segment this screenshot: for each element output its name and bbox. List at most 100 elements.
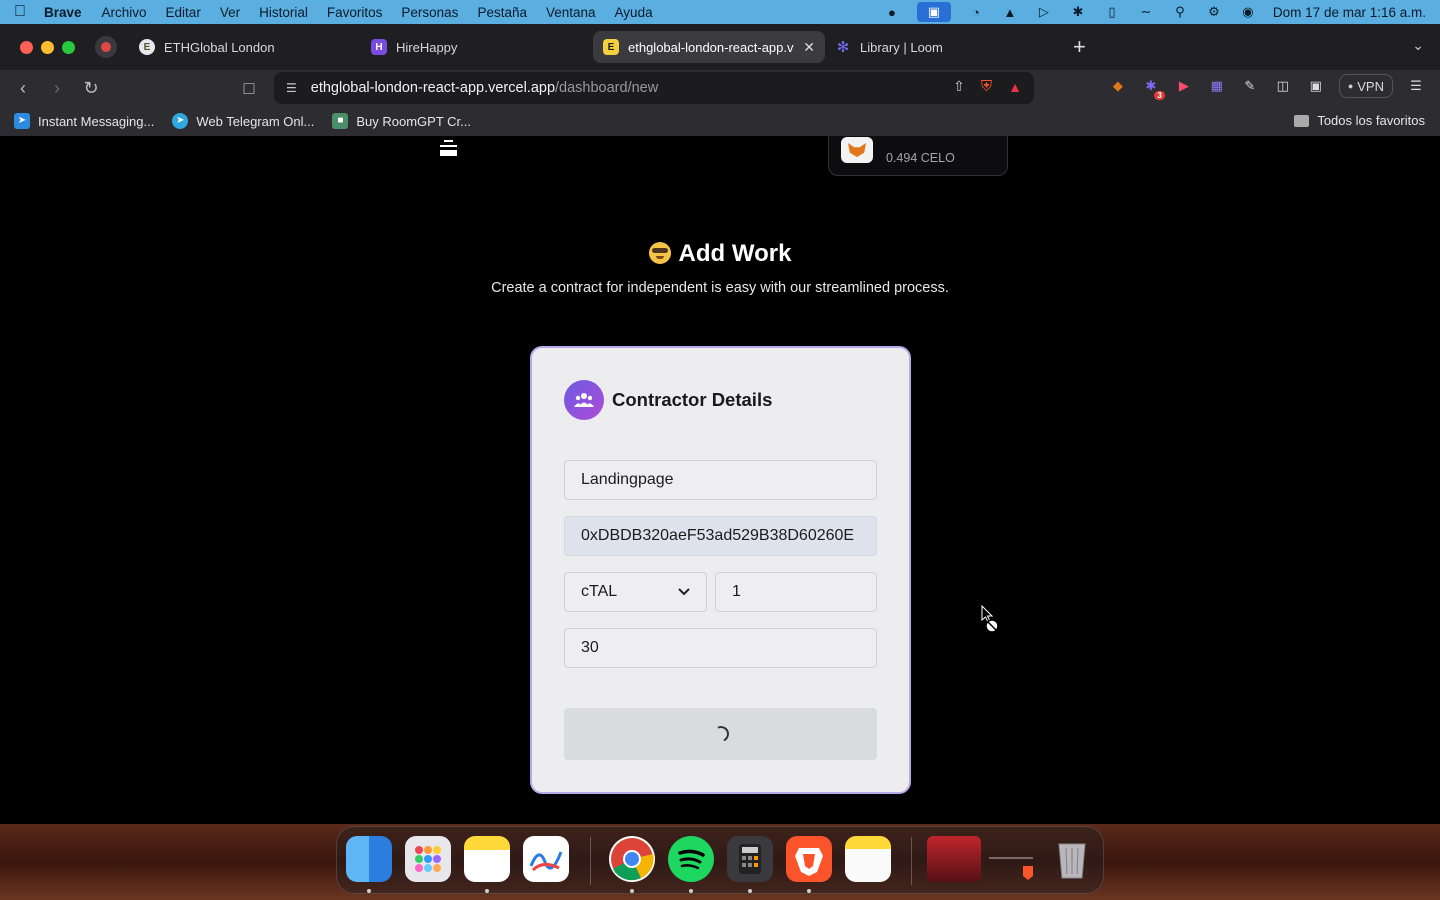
new-tab-button[interactable]: + xyxy=(1073,34,1086,60)
brave-rewards-icon[interactable]: ▲ xyxy=(1008,79,1022,95)
trash-icon[interactable] xyxy=(1049,836,1095,882)
hirehappy-favicon-icon: H xyxy=(371,39,387,55)
spotify-icon[interactable] xyxy=(668,836,714,882)
running-indicator xyxy=(807,889,811,893)
apple-icon[interactable]:  xyxy=(14,3,26,21)
menubar-item-editar[interactable]: Editar xyxy=(166,5,201,20)
contractor-details-card: Contractor Details Landingpage 0xDBDB320… xyxy=(530,346,911,794)
amount-input[interactable]: 1 xyxy=(715,572,877,612)
tab-library-loom[interactable]: ✻ Library | Loom xyxy=(825,31,1057,63)
wallet-account-card[interactable]: 0.494 CELO xyxy=(828,136,1008,176)
menubar-item-historial[interactable]: Historial xyxy=(259,5,308,20)
running-indicator xyxy=(367,889,371,893)
brave-shields-icon[interactable]: ⛨ xyxy=(981,78,992,95)
card-header: Contractor Details xyxy=(564,380,772,420)
menu-hamburger-icon[interactable]: ☰ xyxy=(1406,76,1426,96)
finder-icon[interactable] xyxy=(346,836,392,882)
site-settings-icon[interactable]: ☰ xyxy=(286,81,297,95)
back-button[interactable]: ‹ xyxy=(6,78,40,99)
tab-ethglobal-react-app[interactable]: E ethglobal-london-react-app.v ✕ xyxy=(593,31,825,63)
control-center-icon[interactable]: ⚙ xyxy=(1205,4,1223,20)
duration-days-input[interactable]: 30 xyxy=(564,628,877,668)
siri-icon[interactable]: ◉ xyxy=(1239,4,1257,20)
notes-widget-icon[interactable] xyxy=(845,836,891,882)
page-title-text: Add Work xyxy=(678,240,792,267)
work-name-input[interactable]: Landingpage xyxy=(564,460,877,500)
menubar-item-personas[interactable]: Personas xyxy=(401,5,458,20)
vpn-button[interactable]: ● VPN xyxy=(1338,74,1393,98)
chrome-icon[interactable] xyxy=(609,836,655,882)
launchpad-icon[interactable] xyxy=(405,836,451,882)
loom-favicon-icon: ✻ xyxy=(836,39,850,56)
brave-browser-icon[interactable] xyxy=(786,836,832,882)
bookmark-label: Instant Messaging... xyxy=(38,113,155,129)
menubar-item-ayuda[interactable]: Ayuda xyxy=(615,5,653,20)
menubar-item-pestana[interactable]: Pestaña xyxy=(477,5,527,20)
screen-share-icon[interactable]: ▣ xyxy=(916,2,951,22)
folder-icon xyxy=(1294,114,1310,127)
menubar-item-archivo[interactable]: Archivo xyxy=(102,5,147,20)
antenna-icon[interactable]: ▲ xyxy=(1001,5,1019,20)
running-indicator xyxy=(689,889,693,893)
notes-icon[interactable] xyxy=(464,836,510,882)
calculator-icon[interactable] xyxy=(727,836,773,882)
minimized-brave-window-icon[interactable] xyxy=(987,836,1037,882)
menubar-item-ventana[interactable]: Ventana xyxy=(546,5,596,20)
freeform-icon[interactable] xyxy=(523,836,569,882)
ethglobal-favicon-icon: E xyxy=(139,39,155,55)
token-select[interactable]: cTAL xyxy=(564,572,707,612)
bluetooth-icon[interactable]: ✱ xyxy=(1069,4,1087,20)
wifi-icon[interactable]: ∼ xyxy=(1137,4,1155,20)
sidebar-toggle-icon[interactable]: ◫ xyxy=(1273,76,1293,96)
all-bookmarks-folder[interactable]: Todos los favoritos xyxy=(1294,113,1425,128)
close-tab-icon[interactable]: ✕ xyxy=(803,39,815,56)
address-bar[interactable]: ☰ ethglobal-london-react-app.vercel.app /… xyxy=(274,72,1034,104)
browser-tab-bar: E ETHGlobal London H HireHappy E ethglob… xyxy=(0,24,1440,70)
running-indicator xyxy=(630,889,634,893)
bookmark-instant-messaging[interactable]: ➤ Instant Messaging... xyxy=(14,113,154,129)
bookmarks-bar: ➤ Instant Messaging... ➤ Web Telegram On… xyxy=(0,106,1440,136)
reload-button[interactable]: ↻ xyxy=(74,78,108,99)
wallet-balance: 0.494 CELO xyxy=(886,151,955,165)
page-title: Add Work xyxy=(0,240,1440,268)
all-bookmarks-label: Todos los favoritos xyxy=(1317,113,1425,128)
spotlight-search-icon[interactable]: ⚲ xyxy=(1171,4,1189,20)
bookmark-roomgpt[interactable]: ■ Buy RoomGPT Cr... xyxy=(332,113,471,129)
forward-button[interactable]: › xyxy=(40,78,74,99)
speedometer-icon[interactable]: ◔ xyxy=(967,5,985,20)
roomgpt-icon: ■ xyxy=(332,113,349,129)
tab-ethglobal-london[interactable]: E ETHGlobal London xyxy=(129,31,361,63)
close-window-button[interactable] xyxy=(20,40,33,54)
apps-extension-icon[interactable]: ▦ xyxy=(1207,76,1227,96)
puzzle-extensions-icon[interactable]: ✎ xyxy=(1240,76,1260,96)
menubar-item-ver[interactable]: Ver xyxy=(220,5,240,20)
extensions-area: ◆ ✱ 3 ▶ ▦ ✎ ◫ ▣ ● VPN ☰ xyxy=(1108,74,1426,100)
tab-hirehappy[interactable]: H HireHappy xyxy=(361,31,593,63)
not-allowed-cursor-icon xyxy=(981,605,999,633)
battery-icon[interactable]: ▯ xyxy=(1103,4,1121,20)
bookmark-icon[interactable]: □ xyxy=(232,78,266,99)
wallet-icon[interactable]: ▣ xyxy=(1306,76,1326,96)
microphone-icon[interactable]: ● xyxy=(883,5,901,20)
tab-list-chevron-icon[interactable]: ⌄ xyxy=(1412,37,1424,54)
submit-button-loading[interactable] xyxy=(564,708,877,760)
menubar-item-favoritos[interactable]: Favoritos xyxy=(327,5,383,20)
contractor-address-input[interactable]: 0xDBDB320aeF53ad529B38D60260E xyxy=(564,516,877,556)
recording-icon[interactable] xyxy=(95,36,117,58)
extension-badge-icon[interactable]: ✱ 3 xyxy=(1141,76,1165,100)
recent-window-thumbnail-icon[interactable] xyxy=(927,836,981,882)
play-icon[interactable]: ▷ xyxy=(1035,4,1053,20)
nerd-face-emoji-icon xyxy=(648,242,671,264)
fullscreen-window-button[interactable] xyxy=(62,40,75,54)
bookmark-web-telegram[interactable]: ➤ Web Telegram Onl... xyxy=(172,113,314,129)
menubar-app-name[interactable]: Brave xyxy=(44,5,82,20)
menubar-clock[interactable]: Dom 17 de mar 1:16 a.m. xyxy=(1273,5,1426,20)
minimize-window-button[interactable] xyxy=(41,40,54,54)
app-logo-icon[interactable] xyxy=(440,138,457,156)
metamask-extension-icon[interactable]: ◆ xyxy=(1108,76,1128,96)
screen-recorder-extension-icon[interactable]: ▶ xyxy=(1174,76,1194,96)
running-indicator xyxy=(485,889,489,893)
chevron-down-icon xyxy=(678,588,690,596)
share-icon[interactable]: ⇧ xyxy=(953,78,965,95)
team-icon xyxy=(564,380,604,420)
